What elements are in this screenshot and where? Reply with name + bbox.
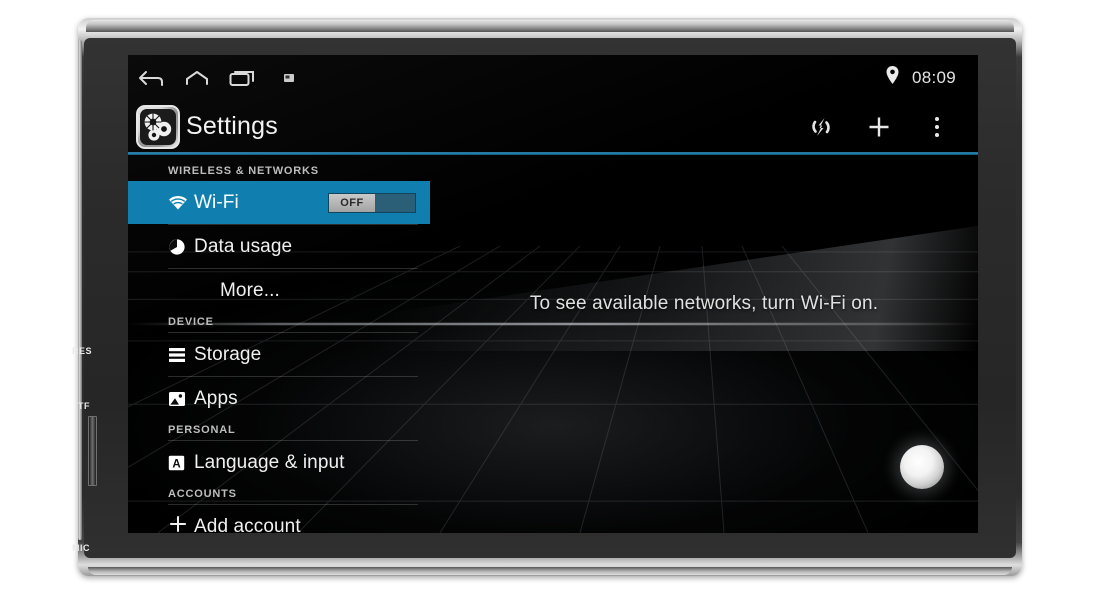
language-input-icon: A	[168, 455, 194, 471]
svg-text:A: A	[172, 458, 180, 470]
add-icon[interactable]	[850, 100, 908, 153]
status-bar-clock: 08:09	[911, 67, 956, 87]
list-item-label: Add account	[194, 515, 301, 534]
location-pin-icon	[885, 65, 900, 90]
list-item-label: Language & input	[194, 451, 345, 473]
tf-card-slot[interactable]	[88, 416, 97, 486]
section-header-device: DEVICE	[168, 316, 214, 328]
recents-icon[interactable]	[220, 55, 266, 100]
status-bar-right-cluster: 08:09	[885, 65, 978, 90]
plus-icon	[168, 514, 194, 533]
settings-gear-icon	[136, 104, 180, 149]
list-item-label: More...	[220, 279, 280, 301]
list-item-apps[interactable]: Apps	[128, 377, 430, 420]
list-item-add-account[interactable]: Add account	[128, 505, 430, 533]
list-item-storage[interactable]: Storage	[128, 333, 430, 376]
wifi-toggle-state: OFF	[329, 194, 375, 212]
action-bar-buttons	[792, 100, 978, 153]
section-header-personal: PERSONAL	[168, 424, 236, 436]
device-top-chrome-trim	[86, 20, 1014, 32]
list-item-label: Data usage	[194, 235, 293, 257]
page-title: Settings	[186, 112, 278, 140]
settings-list[interactable]: WIRELESS & NETWORKS Wi-Fi OFF Data usage…	[128, 155, 430, 533]
apps-icon	[168, 391, 194, 407]
empty-state-message: To see available networks, turn Wi-Fi on…	[529, 293, 879, 314]
storage-icon	[168, 347, 194, 363]
content-pane: To see available networks, turn Wi-Fi on…	[430, 155, 978, 533]
list-item-label: Storage	[194, 343, 262, 365]
section-header-wireless: WIRELESS & NETWORKS	[168, 165, 319, 177]
reset-button-label[interactable]: RES	[72, 346, 92, 356]
list-item-more[interactable]: More...	[128, 269, 430, 312]
action-bar: Settings	[128, 100, 978, 153]
wifi-toggle[interactable]: OFF	[328, 193, 416, 213]
status-bar: 08:09	[128, 55, 978, 100]
data-usage-icon	[168, 238, 194, 256]
list-item-wifi[interactable]: Wi-Fi OFF	[128, 181, 430, 224]
list-item-label: Apps	[194, 387, 238, 409]
list-item-label: Wi-Fi	[194, 191, 239, 213]
overflow-menu-icon[interactable]	[908, 100, 966, 153]
screenshot-icon[interactable]	[266, 55, 312, 100]
section-header-accounts: ACCOUNTS	[168, 488, 237, 500]
device-bottom-chrome-trim	[88, 567, 1012, 575]
sync-icon[interactable]	[792, 100, 850, 153]
wifi-icon	[168, 195, 194, 211]
home-icon[interactable]	[174, 55, 220, 100]
tf-card-slot-label: TF	[78, 401, 90, 411]
microphone-label: MIC	[72, 543, 90, 553]
list-item-data-usage[interactable]: Data usage	[128, 225, 430, 268]
device-left-chrome-edge	[78, 40, 82, 540]
lcd-screen: 08:09 Settings WIRELESS & NETWORKS Wi-Fi…	[128, 55, 978, 533]
list-item-language-input[interactable]: A Language & input	[128, 441, 430, 484]
back-icon[interactable]	[128, 55, 174, 100]
